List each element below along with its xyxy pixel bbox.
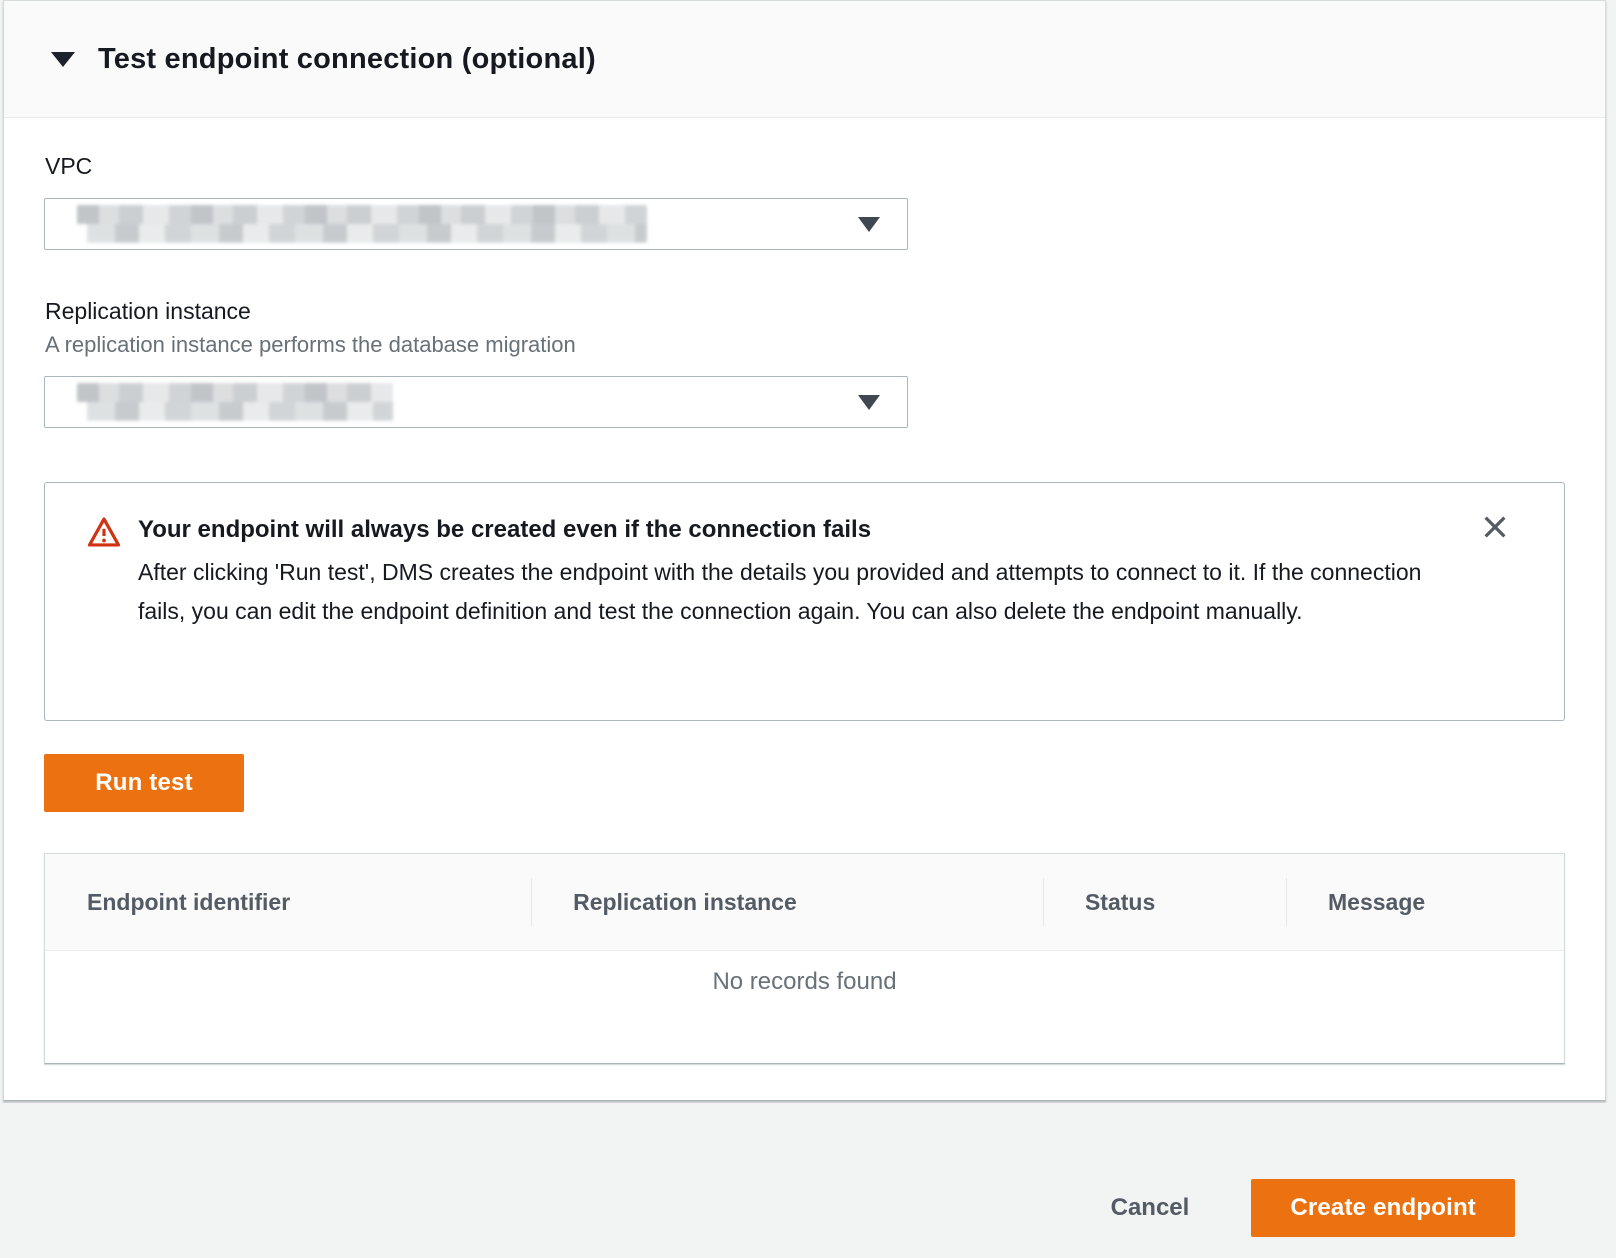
column-header-endpoint-identifier: Endpoint identifier — [45, 888, 531, 916]
test-endpoint-connection-section: Test endpoint connection (optional) VPC … — [3, 0, 1606, 1101]
replication-instance-label: Replication instance — [45, 297, 1565, 325]
triangle-down-icon — [51, 52, 75, 67]
section-title: Test endpoint connection (optional) — [98, 43, 596, 76]
table-header-row: Endpoint identifier Replication instance… — [45, 854, 1564, 951]
vpc-label: VPC — [45, 152, 1565, 180]
form-actions-footer: Cancel Create endpoint — [0, 1103, 1616, 1258]
replication-instance-field: Replication instance A replication insta… — [44, 297, 1565, 428]
replication-instance-selected-value-redacted — [77, 383, 393, 421]
replication-instance-select[interactable] — [44, 376, 908, 428]
replication-instance-description: A replication instance performs the data… — [45, 332, 1565, 358]
column-header-replication-instance: Replication instance — [531, 888, 1043, 916]
warning-triangle-icon — [87, 516, 121, 553]
empty-state-message: No records found — [45, 951, 1564, 996]
vpc-select[interactable] — [44, 198, 908, 250]
alert-body: After clicking 'Run test', DMS creates t… — [138, 553, 1423, 631]
column-header-message: Message — [1286, 888, 1564, 916]
test-results-table: Endpoint identifier Replication instance… — [44, 853, 1565, 1064]
alert-close-button[interactable] — [1478, 511, 1512, 545]
caret-down-icon — [858, 217, 880, 232]
section-body: VPC Replication instance A replication i… — [4, 118, 1605, 1064]
alert-content: Your endpoint will always be created eve… — [138, 513, 1423, 631]
collapsible-section-header[interactable]: Test endpoint connection (optional) — [4, 1, 1605, 118]
vpc-selected-value-redacted — [77, 205, 647, 243]
column-header-status: Status — [1043, 888, 1286, 916]
alert-title: Your endpoint will always be created eve… — [138, 513, 1423, 547]
vpc-field: VPC — [44, 152, 1565, 250]
create-endpoint-button[interactable]: Create endpoint — [1251, 1179, 1515, 1237]
warning-alert: Your endpoint will always be created eve… — [44, 482, 1565, 721]
table-body: No records found — [45, 951, 1564, 1063]
cancel-button[interactable]: Cancel — [1111, 1194, 1190, 1222]
run-test-button[interactable]: Run test — [44, 754, 244, 812]
caret-down-icon — [858, 395, 880, 410]
close-icon — [1480, 512, 1510, 545]
